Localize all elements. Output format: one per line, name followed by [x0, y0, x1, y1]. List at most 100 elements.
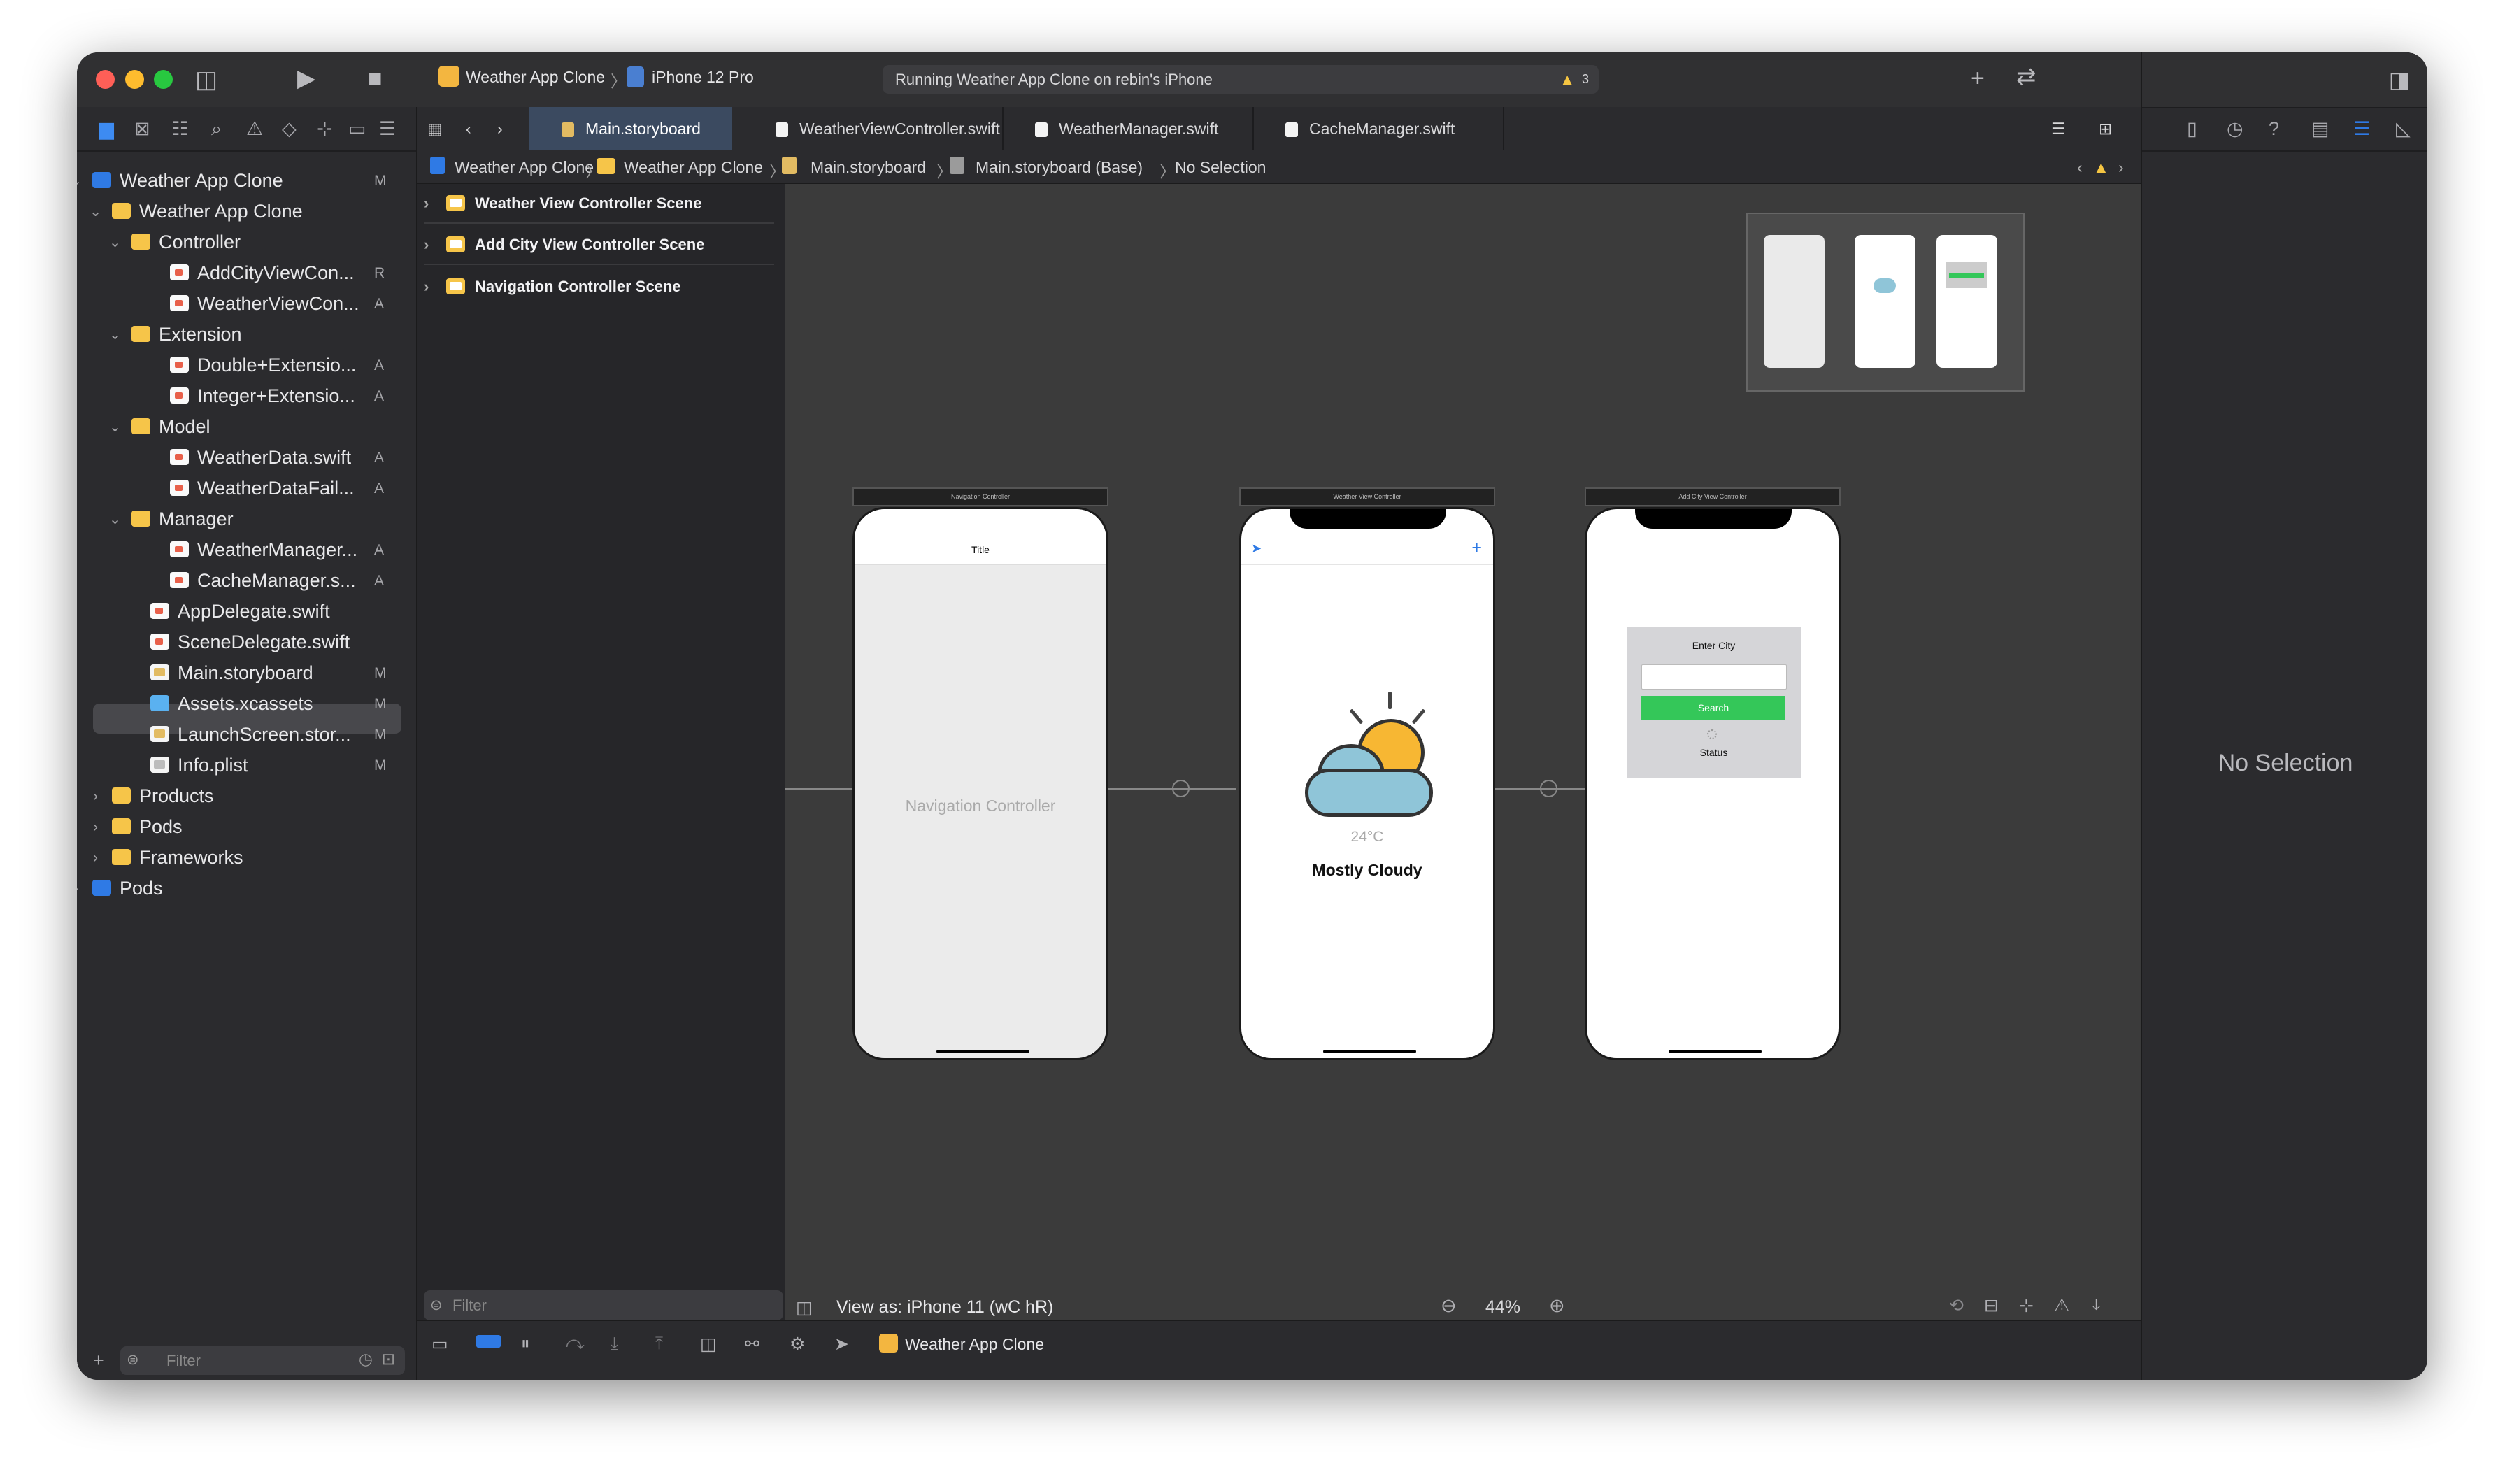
outline-filter-field[interactable]: ⊜ Filter — [424, 1290, 783, 1320]
navigator-row[interactable]: Main.storyboard M — [77, 658, 413, 688]
device-name[interactable]: iPhone 12 Pro — [652, 68, 754, 87]
chevron-right-icon[interactable]: › — [77, 873, 85, 904]
phone-weather-view-controller[interactable]: ➤ + 24°C Mostly Cloudy — [1239, 507, 1495, 1060]
history-inspector-icon[interactable]: ◷ — [2227, 118, 2243, 140]
find-icon[interactable]: ⌕ — [211, 118, 222, 141]
scene-header-nav[interactable]: Navigation Controller — [852, 487, 1108, 506]
debug-icon[interactable]: ⊹ — [317, 118, 333, 140]
step-over-icon[interactable]: ⤼ — [566, 1334, 585, 1354]
source-control-icon[interactable]: ⊠ — [134, 118, 150, 140]
navigator-row[interactable]: ⌄ Extension — [77, 320, 413, 350]
navigator-row[interactable]: Integer+Extensio... A — [77, 381, 413, 411]
navigator-row[interactable]: ⌄ Manager — [77, 504, 413, 534]
warning-icon[interactable]: ▲ — [1560, 65, 1575, 94]
outline-scene-navigation[interactable]: › Navigation Controller Scene — [424, 267, 774, 306]
identity-inspector-icon[interactable]: ▤ — [2311, 118, 2329, 140]
memory-graph-icon[interactable]: ⚯ — [745, 1334, 759, 1355]
navigator-row[interactable]: › Pods — [77, 812, 413, 842]
help-inspector-icon[interactable]: ? — [2269, 118, 2279, 140]
update-frames-icon[interactable]: ⟲ — [1949, 1295, 1964, 1316]
debug-area-toggle-icon[interactable]: ▭ — [431, 1334, 448, 1355]
navigator-row[interactable]: ⌄ Model — [77, 412, 413, 442]
next-issue-icon[interactable]: › — [2118, 158, 2124, 177]
chevron-down-icon[interactable]: ⌄ — [106, 504, 124, 534]
minimap[interactable] — [1746, 213, 2025, 392]
symbol-icon[interactable]: ☷ — [171, 118, 188, 140]
resolve-issues-icon[interactable]: ⚠ — [2054, 1295, 2069, 1316]
navigator-row[interactable]: ⌄ Controller — [77, 227, 413, 257]
forward-icon[interactable]: › — [497, 107, 515, 150]
step-out-icon[interactable]: ⤒ — [655, 1334, 663, 1354]
debug-target[interactable]: Weather App Clone — [905, 1335, 1044, 1354]
zoom-in-icon[interactable]: ⊕ — [1549, 1295, 1565, 1317]
report-icon[interactable]: ☰ — [379, 118, 396, 140]
scheme-name[interactable]: Weather App Clone — [466, 68, 605, 87]
embed-in-icon[interactable]: ⤓ — [2092, 1295, 2100, 1315]
navigator-row[interactable]: › Products — [77, 781, 413, 811]
inspector-toggle-icon[interactable]: ◨ — [2389, 66, 2410, 93]
issue-icon[interactable]: ⚠ — [246, 118, 263, 140]
chevron-right-icon[interactable]: › — [424, 184, 429, 222]
breakpoint-icon[interactable]: ▭ — [348, 118, 366, 140]
plus-icon[interactable]: + — [1971, 66, 1985, 90]
editor-options-icon[interactable]: ☰ — [2051, 107, 2076, 150]
close-button[interactable] — [96, 70, 115, 89]
file-inspector-icon[interactable]: ▯ — [2187, 118, 2197, 140]
scene-header-weather[interactable]: Weather View Controller — [1239, 487, 1495, 506]
zoom-out-icon[interactable]: ⊖ — [1441, 1295, 1457, 1317]
segue-icon[interactable] — [1540, 780, 1557, 797]
view-debugger-icon[interactable]: ◫ — [700, 1334, 717, 1355]
jump-item-base[interactable]: Main.storyboard (Base) — [976, 158, 1143, 177]
jump-item-file[interactable]: Main.storyboard — [811, 158, 926, 177]
align-icon[interactable]: ⊟ — [1984, 1295, 1999, 1316]
view-as-label[interactable]: View as: iPhone 11 (wC hR) — [836, 1297, 1053, 1318]
phone-add-city-view-controller[interactable]: Enter City Search Status — [1585, 507, 1841, 1060]
segue-icon[interactable] — [1172, 780, 1190, 797]
size-inspector-icon[interactable]: ◺ — [2396, 118, 2411, 140]
navigator-row[interactable]: WeatherData.swift A — [77, 443, 413, 473]
navigator-row[interactable]: CacheManager.s... A — [77, 566, 413, 596]
chevron-down-icon[interactable]: ⌄ — [106, 227, 124, 257]
folder-icon[interactable]: ▆ — [99, 118, 114, 140]
previous-issue-icon[interactable]: ‹ — [2077, 158, 2083, 177]
step-in-icon[interactable]: ⤓ — [611, 1334, 618, 1354]
tab-main-storyboard[interactable]: Main.storyboard — [529, 107, 732, 150]
storyboard-canvas[interactable]: Navigation Controller Title Navigation C… — [785, 184, 2141, 1320]
chevron-right-icon[interactable]: › — [86, 812, 105, 842]
navigator-row[interactable]: Double+Extensio... A — [77, 350, 413, 380]
outline-toggle-icon[interactable]: ◫ — [796, 1297, 813, 1318]
jump-item-selection[interactable]: No Selection — [1175, 158, 1266, 177]
stop-icon[interactable]: ■ — [368, 66, 383, 90]
chevron-right-icon[interactable]: › — [86, 843, 105, 873]
navigator-row[interactable]: SceneDelegate.swift — [77, 627, 413, 657]
navigator-row[interactable]: Info.plist M — [77, 750, 413, 780]
test-icon[interactable]: ◇ — [282, 118, 297, 140]
minimize-button[interactable] — [125, 70, 144, 89]
grid-icon[interactable]: ▦ — [427, 107, 452, 150]
navigator-row[interactable]: › Frameworks — [77, 843, 413, 873]
chevron-down-icon[interactable]: ⌄ — [77, 166, 85, 196]
outline-scene-weather[interactable]: › Weather View Controller Scene — [424, 184, 774, 224]
navigator-row[interactable]: ⌄ Weather App Clone — [77, 197, 413, 227]
chevron-down-icon[interactable]: ⌄ — [106, 412, 124, 442]
phone-navigation-controller[interactable]: Title Navigation Controller — [852, 507, 1108, 1060]
pause-icon[interactable]: ⏸ — [521, 1334, 530, 1354]
jump-item-group[interactable]: Weather App Clone — [624, 158, 763, 177]
attributes-inspector-icon[interactable]: ☰ — [2353, 118, 2370, 140]
chevron-right-icon[interactable]: › — [424, 267, 429, 306]
city-text-field[interactable] — [1641, 664, 1787, 690]
chevron-right-icon[interactable]: › — [424, 225, 429, 264]
navigator-row[interactable]: WeatherViewCon... A — [77, 289, 413, 319]
simulate-location-icon[interactable]: ➤ — [834, 1334, 849, 1355]
run-icon[interactable]: ▶ — [297, 66, 315, 90]
tab-weather-view-controller[interactable]: WeatherViewController.swift — [743, 107, 1004, 150]
navigator-row[interactable]: Assets.xcassets M — [77, 689, 413, 719]
tab-cache-manager[interactable]: CacheManager.swift — [1253, 107, 1504, 150]
navigator-row[interactable]: WeatherManager... A — [77, 535, 413, 565]
navigator-row[interactable]: › Pods — [77, 873, 413, 904]
add-editor-icon[interactable]: ⊞ — [2099, 107, 2123, 150]
chevron-down-icon[interactable]: ⌄ — [106, 320, 124, 350]
outline-scene-addcity[interactable]: › Add City View Controller Scene — [424, 225, 774, 265]
tab-weather-manager[interactable]: WeatherManager.swift — [1003, 107, 1254, 150]
back-icon[interactable]: ‹ — [466, 107, 483, 150]
